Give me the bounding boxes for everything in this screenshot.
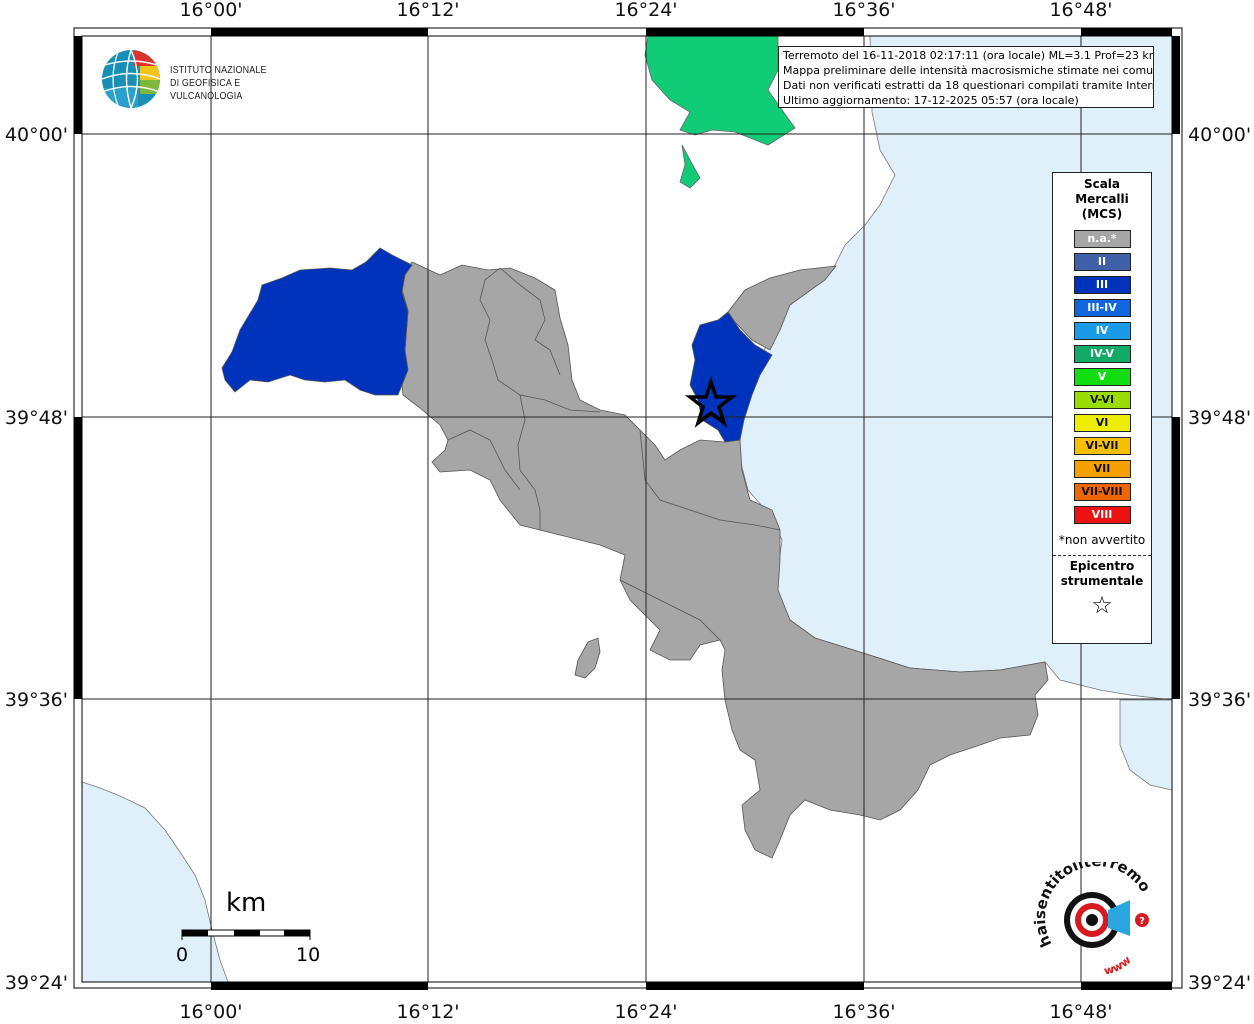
legend-title: Scala Mercalli (MCS) [1075, 177, 1129, 221]
legend-item-0: n.a.* [1073, 230, 1131, 248]
legend-item-10: VII [1073, 460, 1131, 478]
legend-item-3: III-IV [1073, 299, 1131, 317]
lat-label-left-3: 39°36' [5, 689, 68, 711]
lon-label-top-5: 16°48' [1049, 0, 1112, 21]
lat-label-left-4: 39°24' [5, 972, 68, 994]
legend-item-1: II [1073, 253, 1131, 271]
mcs-legend: Scala Mercalli (MCS) n.a.* II III III-IV IV I… [1052, 172, 1152, 644]
svg-text:www: www [1103, 953, 1134, 977]
legend-item-8: VI [1073, 414, 1131, 432]
hsi-target-icon: ? [1064, 892, 1149, 948]
lon-label-top-2: 16°12' [396, 0, 459, 21]
lat-label-right-4: 39°24' [1188, 972, 1251, 994]
ingv-globe-icon [102, 50, 160, 108]
event-info-box: Terremoto del 16-11-2018 02:17:11 (ora l… [778, 46, 1154, 108]
scale-max-label: 10 [296, 944, 321, 966]
legend-item-5: IV-V [1073, 345, 1131, 363]
lon-label-top-1: 16°00' [179, 0, 242, 21]
lat-label-right-2: 39°48' [1188, 407, 1251, 429]
event-info-line-1: Terremoto del 16-11-2018 02:17:11 (ora l… [783, 49, 1154, 62]
ingv-logo: ISTITUTO NAZIONALE DI GEOFISICA E VULCAN… [100, 46, 320, 110]
hsi-logo-www: www [1103, 953, 1134, 977]
lon-label-bottom-1: 16°00' [179, 1001, 242, 1023]
svg-text:?: ? [1139, 916, 1145, 927]
legend-item-4: IV [1073, 322, 1131, 340]
event-info-line-3: Dati non verificati estratti da 18 quest… [783, 79, 1154, 92]
legend-note: *non avvertito [1058, 533, 1146, 547]
lat-label-left-1: 40°00' [5, 124, 68, 146]
lat-label-right-1: 40°00' [1188, 124, 1251, 146]
lon-label-bottom-3: 16°24' [614, 1001, 677, 1023]
lat-label-left-2: 39°48' [5, 407, 68, 429]
lon-label-bottom-4: 16°36' [832, 1001, 895, 1023]
legend-item-7: V-VI [1073, 391, 1131, 409]
legend-item-9: VI-VII [1073, 437, 1131, 455]
legend-item-12: VIII [1073, 506, 1131, 524]
legend-epicenter-label: Epicentro strumentale [1060, 559, 1144, 588]
ingv-logo-text: ISTITUTO NAZIONALE DI GEOFISICA E VULCAN… [170, 64, 267, 102]
event-info-line-2: Mappa preliminare delle intensità macros… [783, 64, 1154, 77]
lat-label-right-3: 39°36' [1188, 689, 1251, 711]
lon-label-top-3: 16°24' [614, 0, 677, 21]
hsi-logo: haisentitoilterremoto.it www ? [1025, 848, 1156, 980]
legend-items: n.a.* II III III-IV IV IV-V V V-VI VI VI-VII VII VI… [1053, 230, 1151, 524]
scale-min-label: 0 [176, 944, 189, 966]
event-info-line-4: Ultimo aggiornamento: 17-12-2025 05:57 (… [783, 94, 1079, 107]
scale-unit: km [226, 888, 267, 918]
legend-item-2: III [1073, 276, 1131, 294]
lon-label-bottom-5: 16°48' [1049, 1001, 1112, 1023]
lon-label-top-4: 16°36' [832, 0, 895, 21]
legend-star-icon: ☆ [1091, 591, 1113, 619]
legend-item-6: V [1073, 368, 1131, 386]
legend-separator [1053, 555, 1151, 556]
legend-item-11: VII-VIII [1073, 483, 1131, 501]
lon-label-bottom-2: 16°12' [396, 1001, 459, 1023]
